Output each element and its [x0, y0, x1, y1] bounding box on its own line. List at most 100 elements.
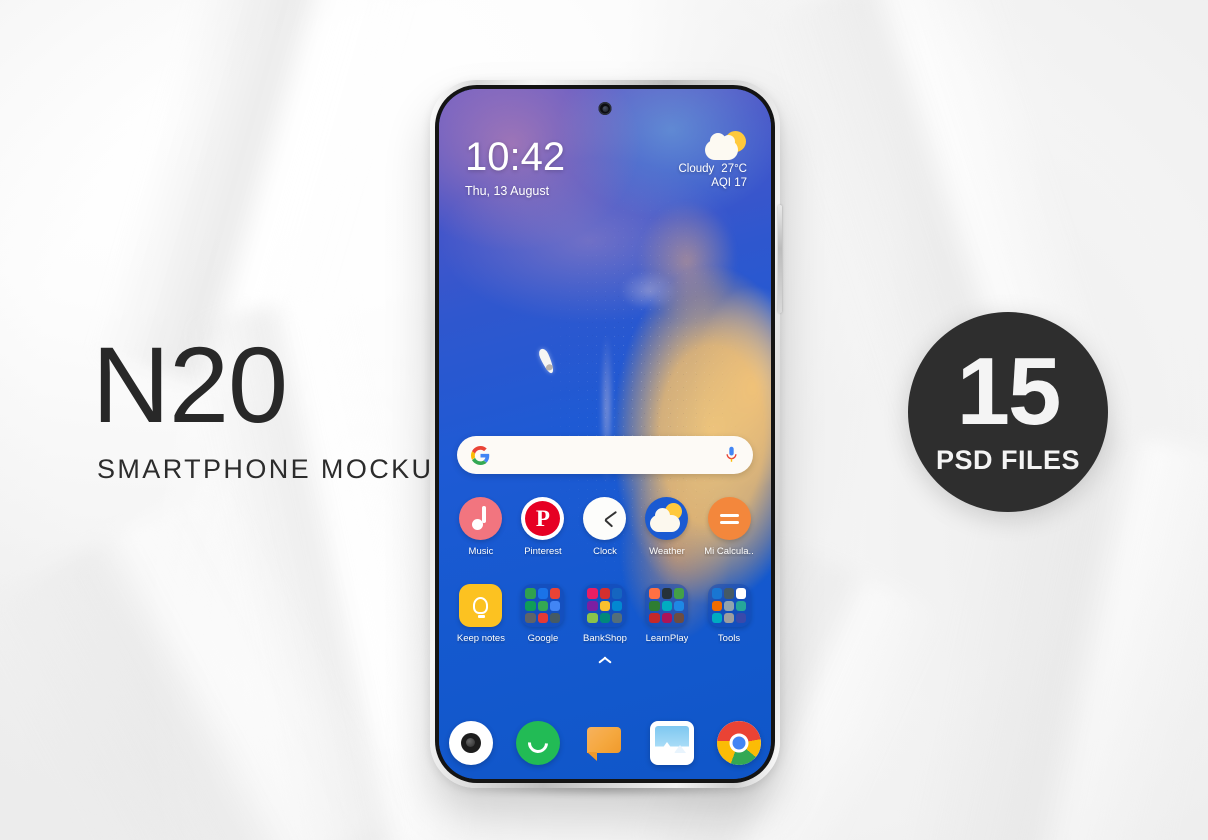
calculator-icon	[707, 497, 751, 541]
clock-time: 10:42	[465, 135, 566, 179]
camera-icon[interactable]	[448, 721, 493, 765]
app-icon-keep-notes[interactable]: Keep notes	[454, 584, 508, 644]
folder-tile	[674, 600, 685, 612]
app-folder-bankshop[interactable]: BankShop	[578, 584, 632, 644]
app-label: Tools	[717, 633, 741, 645]
folder-tile	[599, 600, 611, 612]
folder-tile	[587, 588, 598, 599]
weather-aqi: AQI 17	[711, 177, 747, 189]
folder-tile	[723, 613, 735, 624]
folder-tile	[537, 613, 549, 624]
clock-minute-hand	[604, 510, 617, 521]
search-input[interactable]	[490, 436, 724, 475]
app-label: Pinterest	[524, 546, 562, 558]
phone-screen[interactable]: 10:42 Thu, 13 August Cloudy 27°C AQI 17	[439, 89, 771, 779]
folder-tile	[550, 600, 561, 612]
message-bubble-icon[interactable]	[583, 721, 627, 765]
folder-tile	[723, 588, 735, 599]
folder-tile	[587, 600, 598, 612]
folder-tile	[649, 600, 660, 612]
weather-condition: Cloudy	[678, 163, 715, 175]
clock-widget[interactable]: 10:42 Thu, 13 August	[465, 137, 565, 198]
phone-mockup: 10:42 Thu, 13 August Cloudy 27°C AQI 17	[430, 80, 782, 788]
camera-lens	[460, 733, 481, 753]
folder-tile	[711, 588, 722, 599]
folder-tile	[599, 613, 611, 624]
app-folder-learnplay[interactable]: LearnPlay	[640, 584, 694, 644]
folder-tile	[525, 600, 536, 612]
pinterest-icon: P	[521, 497, 565, 541]
chrome-core	[729, 733, 749, 753]
folder-tile	[599, 588, 611, 599]
folder-tile	[612, 600, 623, 612]
gallery-icon[interactable]	[650, 721, 694, 765]
folder-tile	[537, 600, 549, 612]
equals-glyph	[719, 510, 739, 528]
app-label: Music	[468, 546, 494, 558]
clock-icon	[583, 497, 627, 541]
folder-tile	[736, 613, 747, 624]
folder-icon	[707, 584, 751, 628]
app-label: Weather	[649, 546, 685, 558]
app-label: Google	[527, 633, 559, 645]
power-button[interactable]	[778, 205, 782, 313]
app-icon-clock[interactable]: Clock	[578, 497, 632, 557]
app-label: BankShop	[583, 633, 627, 645]
app-icon-pinterest[interactable]: P Pinterest	[516, 497, 570, 557]
folder-tile	[649, 613, 660, 624]
folder-tile	[661, 588, 673, 599]
app-label: Keep notes	[456, 633, 505, 645]
folder-icon	[521, 584, 565, 628]
folder-tile	[736, 588, 747, 599]
phone-icon[interactable]	[515, 721, 560, 765]
google-search-bar[interactable]	[457, 436, 753, 475]
folder-tile	[612, 613, 623, 624]
psd-files-badge: 15 PSD FILES	[908, 312, 1108, 512]
chrome-icon[interactable]	[717, 721, 762, 765]
app-icon-weather[interactable]: Weather	[640, 497, 694, 557]
folder-tile	[711, 613, 722, 624]
phone-bezel: 10:42 Thu, 13 August Cloudy 27°C AQI 17	[435, 85, 775, 783]
folder-tile	[723, 600, 735, 612]
google-g-icon	[471, 445, 490, 465]
badge-count: 15	[956, 338, 1062, 446]
punch-hole-camera-icon	[598, 102, 612, 115]
weather-temperature: 27°C	[721, 163, 747, 175]
folder-tile	[674, 588, 685, 599]
pinterest-glyph: P	[525, 501, 561, 537]
music-note-icon	[459, 497, 503, 541]
folder-icon	[645, 584, 689, 628]
app-folder-tools[interactable]: Tools	[702, 584, 756, 644]
app-row-2: Keep notes Google BankShop LearnPlay Too…	[454, 584, 756, 644]
photo-shape	[655, 726, 689, 760]
folder-tile	[537, 588, 549, 599]
cloud-icon	[705, 133, 738, 160]
app-label: LearnPlay	[645, 633, 689, 645]
handset-shape	[523, 728, 553, 758]
clock-date: Thu, 13 August	[465, 184, 550, 198]
weather-widget[interactable]: Cloudy 27°C AQI 17	[678, 131, 747, 189]
sun-behind-cloud-icon	[705, 131, 747, 161]
app-icon-mi-calculator[interactable]: Mi Calcula..	[702, 497, 756, 557]
app-icon-music[interactable]: Music	[454, 497, 508, 557]
app-row-1: Music P Pinterest Clock Weather Mi Calcu…	[454, 497, 756, 557]
folder-tile	[711, 600, 722, 612]
bubble-shape	[586, 727, 621, 761]
dock	[448, 721, 762, 765]
microphone-icon[interactable]	[724, 446, 739, 465]
chevron-up-icon[interactable]	[598, 656, 612, 664]
folder-tile	[550, 588, 561, 599]
folder-tile	[674, 613, 685, 624]
folder-tile	[550, 613, 561, 624]
folder-tile	[587, 613, 598, 624]
folder-tile	[649, 588, 660, 599]
folder-tile	[612, 588, 623, 599]
folder-tile	[525, 588, 536, 599]
badge-caption: PSD FILES	[935, 444, 1081, 475]
app-folder-google[interactable]: Google	[516, 584, 570, 644]
weather-icon	[645, 497, 689, 541]
app-label: Mi Calcula..	[704, 546, 754, 558]
lightbulb-icon	[459, 584, 503, 628]
folder-tile	[736, 600, 747, 612]
app-label: Clock	[593, 546, 617, 558]
